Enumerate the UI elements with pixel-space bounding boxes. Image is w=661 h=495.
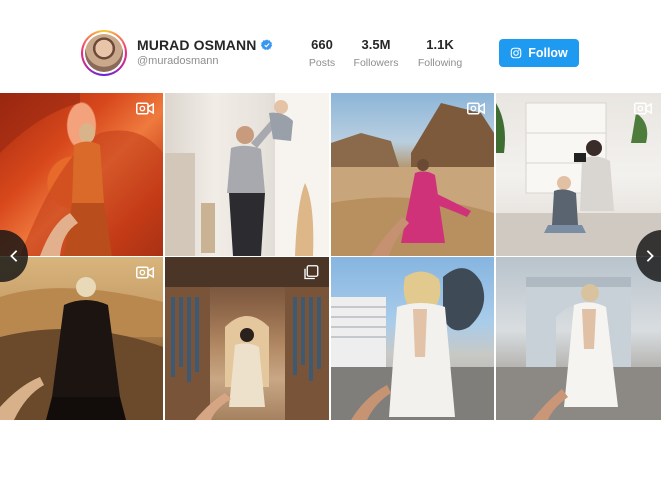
follow-button-label: Follow bbox=[528, 46, 568, 60]
video-icon bbox=[136, 266, 154, 279]
stat-posts-value: 660 bbox=[311, 37, 333, 52]
stat-following: 1.1K Following bbox=[413, 37, 467, 70]
post-tile[interactable] bbox=[0, 93, 163, 256]
stat-followers: 3.5M Followers bbox=[349, 37, 403, 70]
post-tile[interactable] bbox=[496, 257, 661, 420]
post-tile[interactable] bbox=[331, 93, 494, 256]
profile-handle: @muradosmann bbox=[137, 55, 219, 67]
post-tile[interactable] bbox=[165, 257, 329, 420]
post-image bbox=[496, 277, 661, 420]
profile-name[interactable]: MURAD OSMANN bbox=[137, 37, 256, 53]
post-image bbox=[165, 93, 329, 256]
name-row: MURAD OSMANN bbox=[137, 37, 273, 53]
stat-posts: 660 Posts bbox=[303, 37, 341, 70]
post-image bbox=[331, 103, 494, 256]
stat-following-value: 1.1K bbox=[426, 37, 454, 52]
avatar[interactable] bbox=[81, 30, 127, 76]
carousel-icon bbox=[304, 265, 319, 280]
post-image bbox=[165, 257, 329, 420]
post-tile[interactable] bbox=[0, 257, 163, 420]
follow-button[interactable]: Follow bbox=[499, 39, 579, 67]
stat-followers-label: Followers bbox=[353, 57, 399, 69]
chevron-left-icon bbox=[10, 250, 18, 262]
profile-header: MURAD OSMANN @muradosmann 660 Posts 3.5M… bbox=[0, 0, 661, 93]
post-grid bbox=[0, 93, 661, 420]
verified-badge-icon bbox=[261, 39, 273, 51]
post-image bbox=[0, 277, 163, 420]
chevron-right-icon bbox=[646, 250, 654, 262]
stat-posts-label: Posts bbox=[308, 57, 336, 69]
video-icon bbox=[467, 102, 485, 115]
stat-following-label: Following bbox=[417, 57, 463, 69]
post-image bbox=[496, 102, 661, 256]
video-icon bbox=[634, 102, 652, 115]
video-icon bbox=[136, 102, 154, 115]
post-tile[interactable] bbox=[496, 93, 661, 256]
post-image bbox=[0, 93, 163, 256]
post-tile[interactable] bbox=[165, 93, 329, 256]
instagram-icon bbox=[510, 47, 522, 59]
avatar-photo bbox=[85, 34, 123, 72]
post-tile[interactable] bbox=[331, 257, 494, 420]
stat-followers-value: 3.5M bbox=[361, 37, 391, 52]
post-image bbox=[331, 268, 494, 420]
